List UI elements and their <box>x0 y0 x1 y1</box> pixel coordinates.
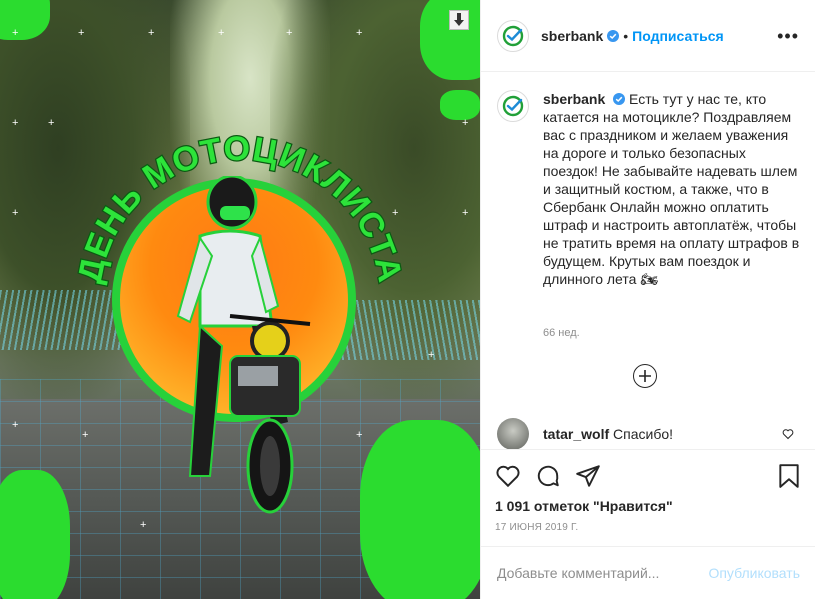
comment-text-block: tatar_wolf Спасибо! <box>543 426 673 442</box>
sparkle: + <box>148 27 155 39</box>
header-separator: • <box>623 27 629 44</box>
instagram-post-window: + + + + + + + + + + + + + + + + + ДЕНЬ М… <box>0 0 815 599</box>
post-header: sberbank • Подписаться ••• <box>481 0 815 72</box>
follow-button[interactable]: Подписаться <box>632 28 724 44</box>
commenter-avatar[interactable] <box>497 418 529 450</box>
heart-icon[interactable] <box>495 463 521 489</box>
sparkle: + <box>356 429 363 441</box>
likes-count[interactable]: 1 091 отметок "Нравится" <box>495 498 802 514</box>
verified-badge-icon <box>607 29 620 42</box>
motorcyclist-figure <box>176 176 311 514</box>
sparkle: + <box>12 207 19 219</box>
comment-text: Спасибо! <box>613 426 674 442</box>
publish-button[interactable]: Опубликовать <box>708 565 800 581</box>
caption-text-block: sberbank Есть тут у нас те, кто катается… <box>543 90 801 288</box>
sparkle: + <box>48 117 55 129</box>
action-section: 1 091 отметок "Нравится" 17 ИЮНЯ 2019 Г. <box>481 449 815 533</box>
header-username[interactable]: sberbank <box>541 28 603 44</box>
bookmark-icon[interactable] <box>776 463 802 489</box>
caption-time-ago[interactable]: 66 нед. <box>543 327 580 339</box>
sberbank-logo-icon <box>502 25 524 46</box>
sparkle: + <box>462 117 469 129</box>
post-side-panel: sberbank • Подписаться ••• sberbank Есть… <box>480 0 815 599</box>
comment-row: tatar_wolf Спасибо! <box>497 418 802 450</box>
sparkle: + <box>12 27 19 39</box>
verified-badge-icon <box>613 93 626 105</box>
sparkle: + <box>218 27 225 39</box>
green-splash <box>440 90 480 120</box>
comment-username[interactable]: tatar_wolf <box>543 426 609 442</box>
more-options-icon[interactable]: ••• <box>777 26 799 47</box>
sberbank-logo-icon <box>502 95 524 117</box>
sparkle: + <box>140 519 147 531</box>
sparkle: + <box>462 207 469 219</box>
paper-plane-icon[interactable] <box>575 463 601 489</box>
comment-input[interactable] <box>497 565 709 581</box>
caption-avatar[interactable] <box>497 90 529 122</box>
caption-text: Есть тут у нас те, кто катается на мотоц… <box>543 91 800 287</box>
action-bar <box>495 462 802 490</box>
download-icon[interactable] <box>449 10 469 30</box>
sparkle: + <box>82 429 89 441</box>
plus-circle-icon[interactable] <box>633 364 657 388</box>
sparkle: + <box>286 27 293 39</box>
comment-icon[interactable] <box>535 463 561 489</box>
comment-heart-icon[interactable] <box>782 428 794 440</box>
sparkle: + <box>12 117 19 129</box>
sparkle: + <box>78 27 85 39</box>
sberbank-avatar[interactable] <box>497 19 529 52</box>
green-splash <box>360 420 480 599</box>
add-comment-bar: Опубликовать <box>481 546 815 599</box>
sparkle: + <box>356 27 363 39</box>
sparkle: + <box>12 419 19 431</box>
green-splash <box>0 470 70 599</box>
post-caption: sberbank Есть тут у нас те, кто катается… <box>497 90 802 288</box>
post-date: 17 ИЮНЯ 2019 Г. <box>495 522 579 533</box>
sparkle: + <box>428 349 435 361</box>
post-image[interactable]: + + + + + + + + + + + + + + + + + ДЕНЬ М… <box>0 0 480 599</box>
caption-username[interactable]: sberbank <box>543 91 605 107</box>
